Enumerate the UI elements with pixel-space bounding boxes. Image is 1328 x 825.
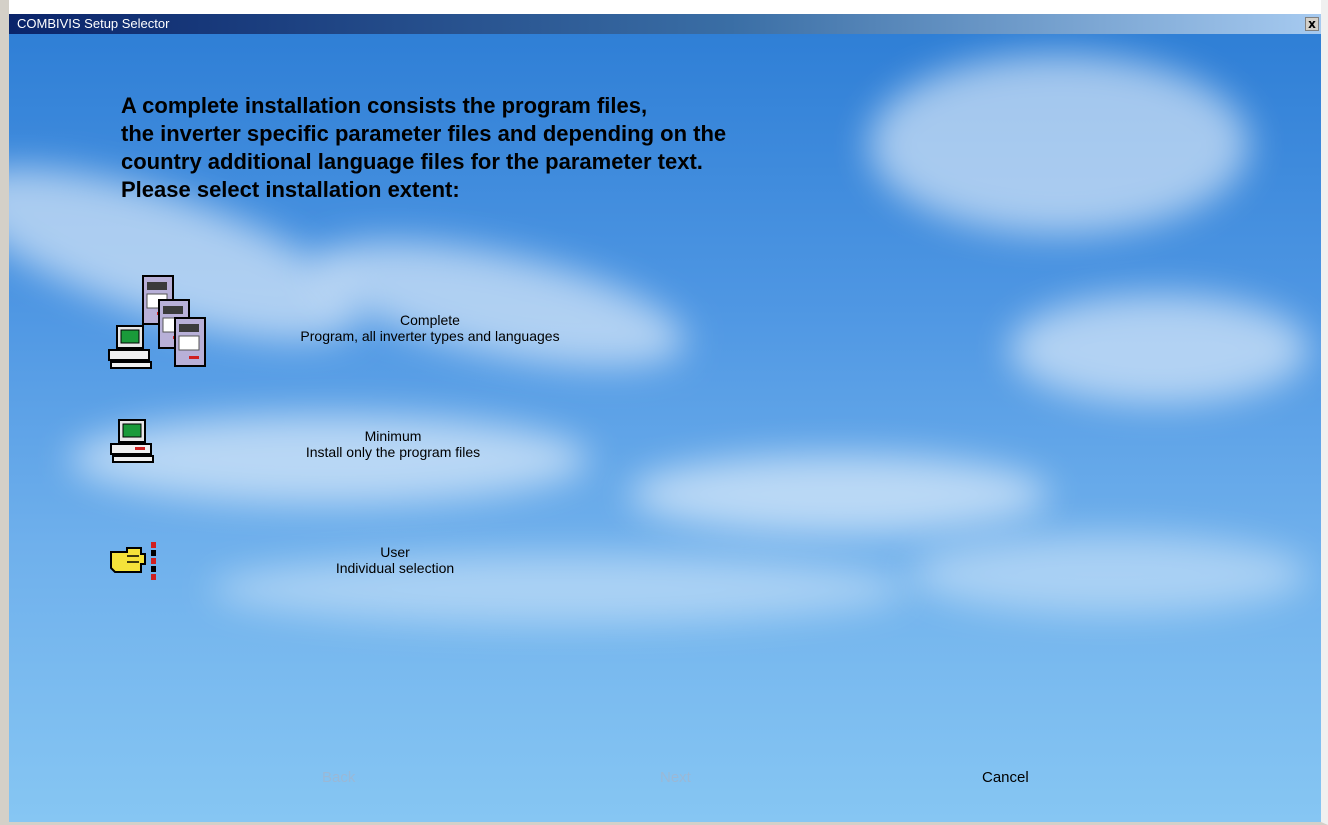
option-title: Minimum (364, 428, 422, 444)
option-subtitle: Individual selection (335, 560, 455, 576)
option-title: Complete (400, 312, 460, 328)
option-subtitle: Install only the program files (305, 444, 481, 460)
option-subtitle: Program, all inverter types and language… (300, 328, 560, 344)
option-minimum[interactable]: Minimum Install only the program files (105, 416, 525, 506)
pointing-hand-icon[interactable] (105, 534, 165, 589)
setup-window: COMBIVIS Setup Selector x A complete ins… (0, 0, 1328, 825)
heading-line: the inverter specific parameter files an… (121, 121, 727, 146)
title-bar[interactable]: COMBIVIS Setup Selector x (9, 14, 1321, 34)
heading-line: Please select installation extent: (121, 177, 460, 202)
next-button[interactable]: Next (660, 769, 691, 786)
computer-with-inverters-icon[interactable] (105, 274, 215, 379)
option-title: User (380, 544, 410, 560)
back-button[interactable]: Back (322, 769, 355, 786)
cancel-button[interactable]: Cancel (982, 769, 1029, 786)
window-title: COMBIVIS Setup Selector (17, 16, 170, 31)
instruction-heading: A complete installation consists the pro… (121, 92, 901, 204)
heading-line: A complete installation consists the pro… (121, 93, 648, 118)
computer-icon[interactable] (105, 416, 161, 477)
close-button[interactable]: x (1305, 17, 1319, 31)
sky-background: A complete installation consists the pro… (9, 34, 1321, 822)
option-user[interactable]: User Individual selection (105, 534, 525, 624)
close-icon: x (1308, 17, 1316, 31)
heading-line: country additional language files for th… (121, 149, 703, 174)
option-complete[interactable]: Complete Program, all inverter types and… (105, 274, 605, 369)
